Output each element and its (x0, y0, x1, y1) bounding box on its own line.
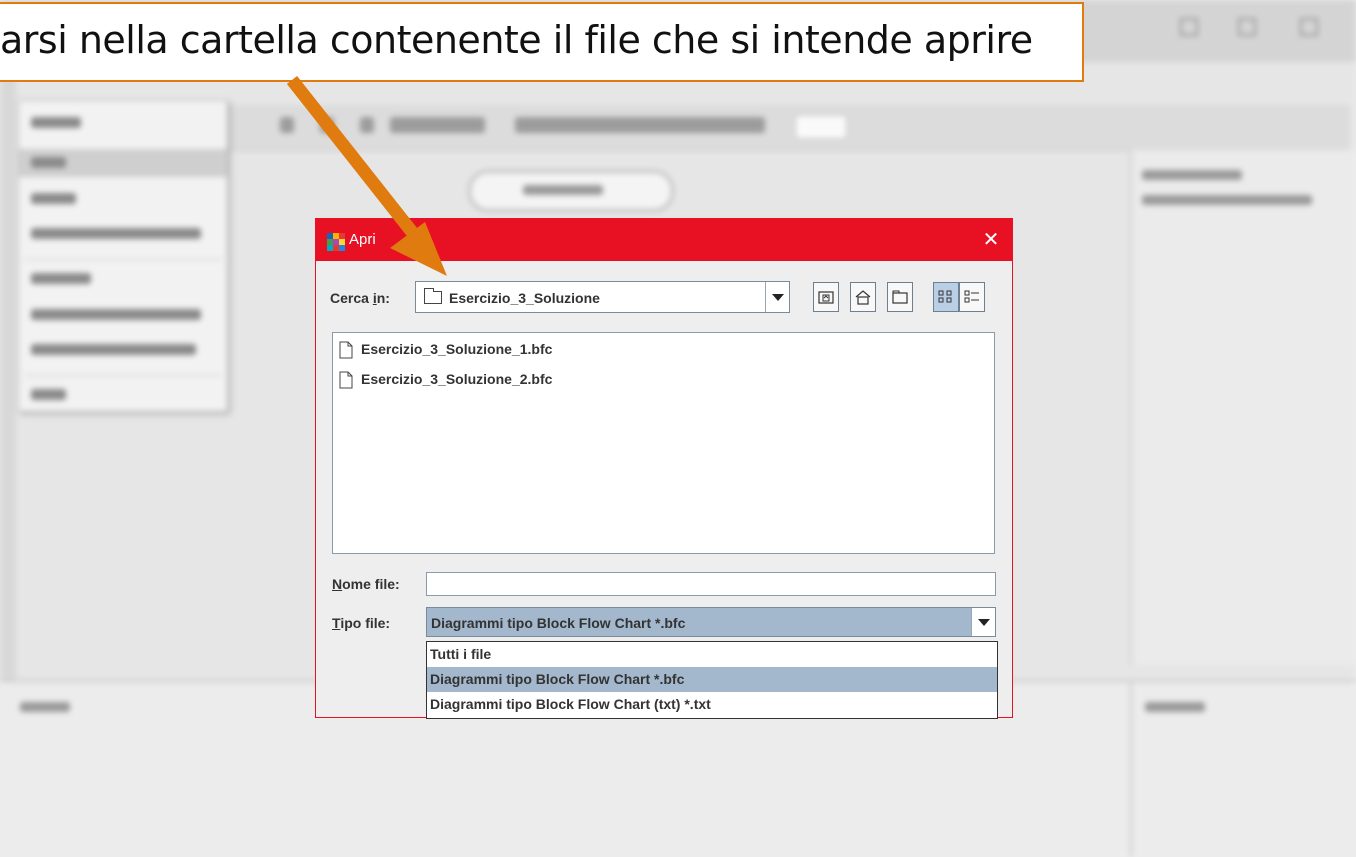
callout-arrow (286, 75, 447, 276)
